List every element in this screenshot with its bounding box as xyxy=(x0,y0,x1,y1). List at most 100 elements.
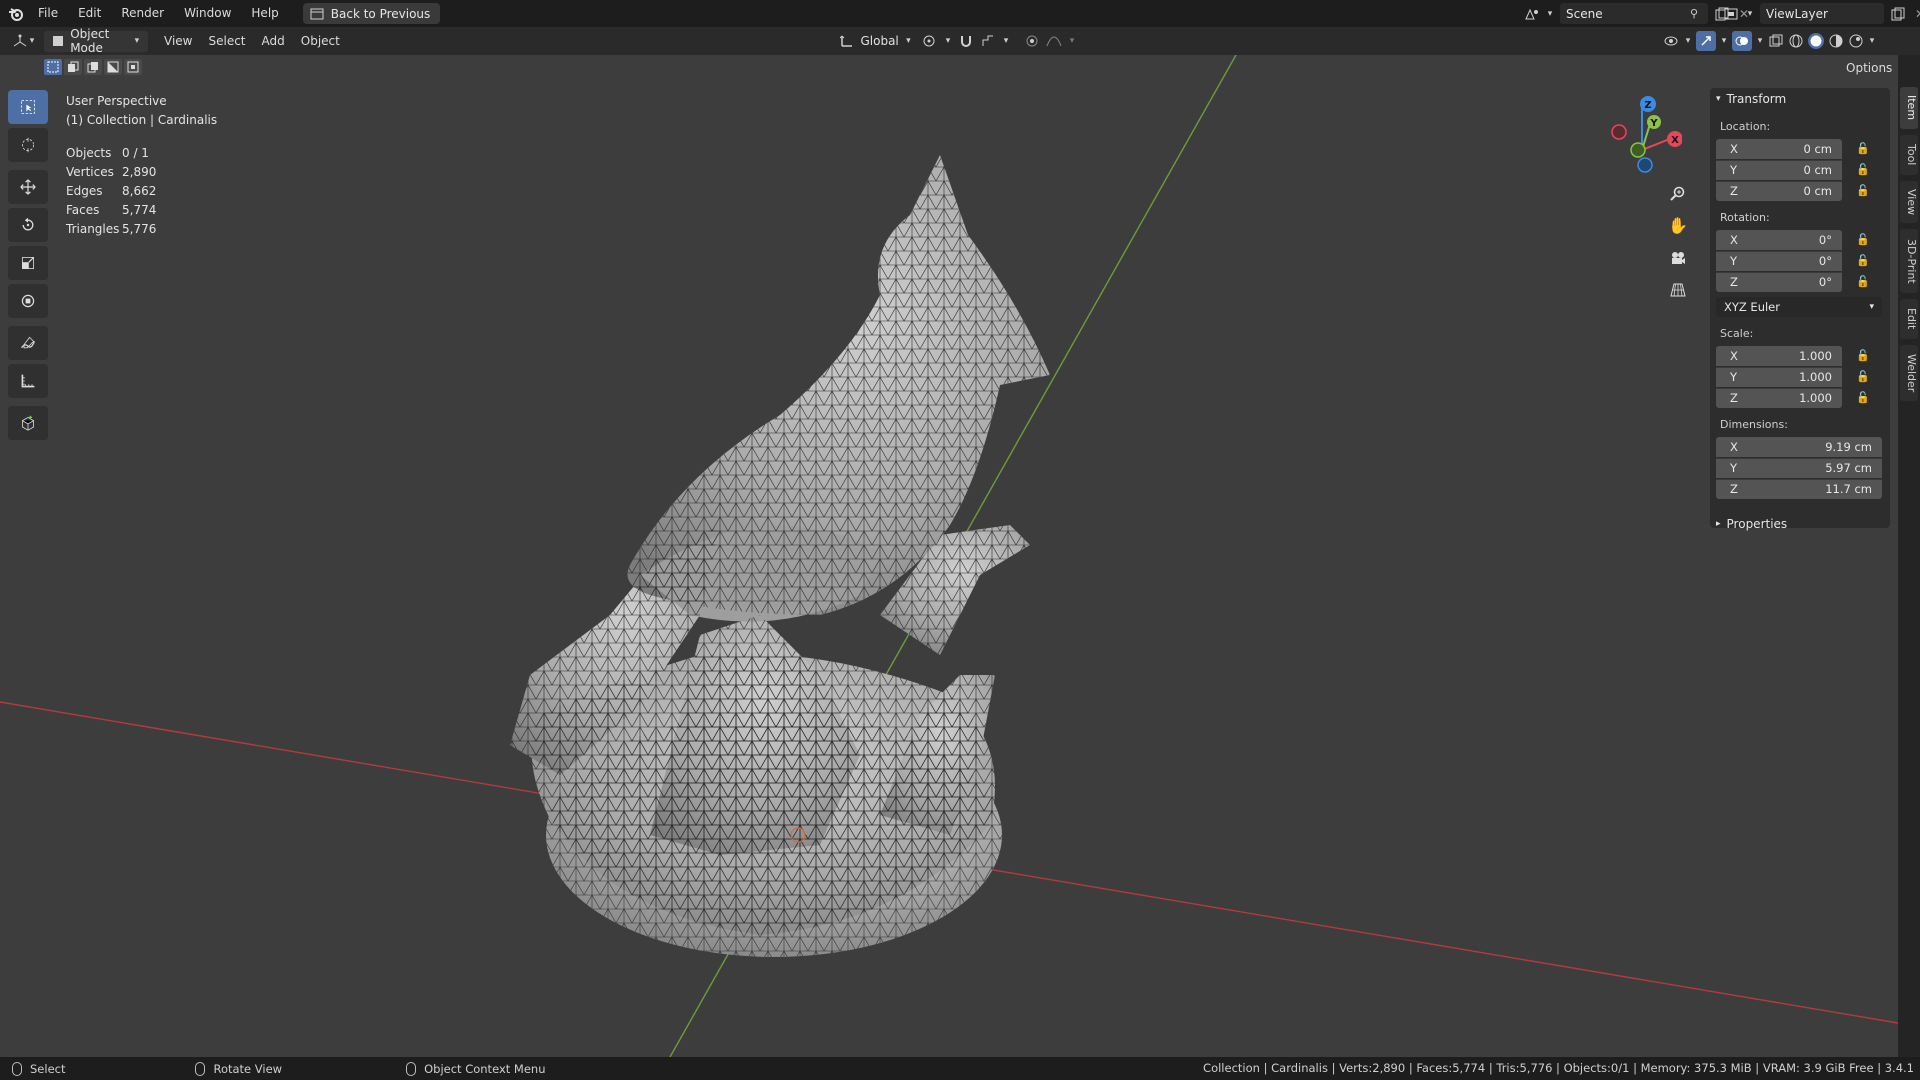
lock-icon[interactable]: 🔓 xyxy=(1854,370,1872,383)
scene-icon[interactable] xyxy=(1524,6,1540,22)
close-icon[interactable]: ✕ xyxy=(1912,6,1920,22)
solid-shading-icon[interactable] xyxy=(1808,33,1824,49)
dimensions-y-field[interactable]: Y 5.97 cm xyxy=(1716,457,1882,478)
menu-render[interactable]: Render xyxy=(111,0,174,27)
add-menu[interactable]: Add xyxy=(254,27,293,55)
axis-label: X xyxy=(1730,141,1738,156)
tool-transform[interactable] xyxy=(8,284,48,318)
tab-tool[interactable]: Tool xyxy=(1900,135,1918,175)
view-layer-field[interactable]: ViewLayer xyxy=(1760,3,1884,24)
zoom-magnifier-icon xyxy=(1670,186,1685,201)
location-x-field[interactable]: X 0 cm xyxy=(1716,138,1842,159)
tool-scale[interactable] xyxy=(8,246,48,280)
select-extend-icon[interactable] xyxy=(64,59,82,75)
gizmo-toggle-icon[interactable] xyxy=(1696,31,1716,51)
tool-cursor[interactable] xyxy=(8,128,48,162)
tab-3d-print[interactable]: 3D-Print xyxy=(1900,229,1918,293)
menu-help[interactable]: Help xyxy=(241,0,288,27)
options-dropdown[interactable]: Options ▾ xyxy=(1846,61,1898,77)
pivot-point-icon[interactable] xyxy=(922,33,938,49)
lock-icon[interactable]: 🔓 xyxy=(1854,142,1872,155)
lock-icon[interactable]: 🔓 xyxy=(1854,349,1872,362)
zoom-button[interactable] xyxy=(1664,180,1692,208)
hand-icon: ✋ xyxy=(1668,215,1688,235)
lock-icon[interactable]: 🔓 xyxy=(1854,184,1872,197)
perspective-toggle-button[interactable] xyxy=(1664,276,1692,304)
gizmo-neg-y[interactable] xyxy=(1630,142,1646,158)
tab-view[interactable]: View xyxy=(1900,181,1918,223)
select-invert-icon[interactable] xyxy=(104,59,122,75)
view-menu[interactable]: View xyxy=(156,27,200,55)
select-intersect-icon[interactable] xyxy=(124,59,142,75)
scene-name-field[interactable]: Scene ⚲ xyxy=(1560,3,1708,24)
status-bar: Select Rotate View Object Context Menu C… xyxy=(0,1057,1920,1080)
collection-label: (1) Collection | Cardinalis xyxy=(66,113,218,127)
lock-icon[interactable]: 🔓 xyxy=(1854,233,1872,246)
tool-rotate[interactable] xyxy=(8,208,48,242)
lock-icon[interactable]: 🔓 xyxy=(1854,391,1872,404)
navigation-gizmo[interactable]: Z Y X xyxy=(1602,92,1683,177)
rotation-z-field[interactable]: Z 0° xyxy=(1716,271,1842,292)
scene-name: Scene xyxy=(1566,6,1603,21)
properties-panel-header[interactable]: ▸ Properties xyxy=(1716,513,1884,535)
overlays-toggle-icon[interactable] xyxy=(1732,31,1752,51)
cardinal-mesh-model[interactable] xyxy=(510,155,1050,957)
back-to-previous-button[interactable]: Back to Previous xyxy=(302,3,441,24)
menu-file[interactable]: File xyxy=(28,0,68,27)
pan-button[interactable]: ✋ xyxy=(1664,211,1692,239)
tool-move[interactable] xyxy=(8,170,48,204)
select-menu[interactable]: Select xyxy=(200,27,253,55)
falloff-curve-icon[interactable] xyxy=(1046,33,1062,49)
scale-y-field[interactable]: Y 1.000 xyxy=(1716,366,1842,387)
blender-logo-icon[interactable] xyxy=(8,6,24,22)
dimensions-z-field[interactable]: Z 11.7 cm xyxy=(1716,478,1882,499)
lock-icon[interactable]: 🔓 xyxy=(1854,254,1872,267)
editor-type-icon[interactable] xyxy=(12,33,28,49)
proportional-editing-icon[interactable] xyxy=(1024,33,1040,49)
rotation-mode-dropdown[interactable]: XYZ Euler ▾ xyxy=(1716,297,1882,317)
snap-toggle-icon[interactable] xyxy=(958,33,974,49)
select-subtract-icon[interactable] xyxy=(84,59,102,75)
tab-edit[interactable]: Edit xyxy=(1900,299,1918,339)
object-mode-dropdown[interactable]: Object Mode ▾ xyxy=(44,27,148,55)
object-menu[interactable]: Object xyxy=(293,27,348,55)
lock-icon[interactable]: 🔓 xyxy=(1854,163,1872,176)
location-y-field[interactable]: Y 0 cm xyxy=(1716,159,1842,180)
tab-welder[interactable]: Welder xyxy=(1900,345,1918,401)
xray-toggle-icon[interactable] xyxy=(1768,33,1784,49)
transform-orientation-dropdown[interactable]: Global ▾ xyxy=(836,30,916,51)
visibility-icon[interactable] xyxy=(1664,33,1680,49)
gizmo-neg-x[interactable] xyxy=(1611,124,1627,140)
snap-increment-icon[interactable] xyxy=(980,33,996,49)
lock-icon[interactable]: 🔓 xyxy=(1854,275,1872,288)
pin-icon[interactable]: ⚲ xyxy=(1686,6,1702,22)
location-x-row: X 0 cm 🔓 xyxy=(1716,138,1884,159)
tool-add-cube[interactable] xyxy=(8,406,48,440)
rotation-y-field[interactable]: Y 0° xyxy=(1716,250,1842,271)
tool-select-box[interactable] xyxy=(8,90,48,124)
camera-view-button[interactable] xyxy=(1664,244,1692,272)
select-new-icon[interactable] xyxy=(44,59,62,75)
scale-z-field[interactable]: Z 1.000 xyxy=(1716,387,1842,408)
view-layer-name: ViewLayer xyxy=(1766,6,1828,21)
tool-annotate[interactable] xyxy=(8,326,48,360)
view-layer-icon[interactable] xyxy=(1724,6,1740,22)
wireframe-shading-icon[interactable] xyxy=(1788,33,1804,49)
dimensions-x-field[interactable]: X 9.19 cm xyxy=(1716,436,1882,457)
chevron-down-icon: ▾ xyxy=(906,35,911,46)
transform-title: Transform xyxy=(1726,92,1787,106)
location-z-field[interactable]: Z 0 cm xyxy=(1716,180,1842,201)
tool-measure[interactable] xyxy=(8,364,48,398)
material-shading-icon[interactable] xyxy=(1828,33,1844,49)
transform-icon xyxy=(20,293,36,309)
new-view-layer-icon[interactable] xyxy=(1890,6,1906,22)
3d-viewport[interactable]: Options ▾ xyxy=(0,55,1898,1057)
rotation-x-field[interactable]: X 0° xyxy=(1716,229,1842,250)
menu-window[interactable]: Window xyxy=(174,0,241,27)
gizmo-neg-z[interactable] xyxy=(1637,157,1653,173)
tab-item[interactable]: Item xyxy=(1900,87,1918,129)
scale-x-field[interactable]: X 1.000 xyxy=(1716,345,1842,366)
transform-panel-header[interactable]: ▾ Transform xyxy=(1716,88,1884,110)
rendered-shading-icon[interactable] xyxy=(1848,33,1864,49)
menu-edit[interactable]: Edit xyxy=(68,0,111,27)
